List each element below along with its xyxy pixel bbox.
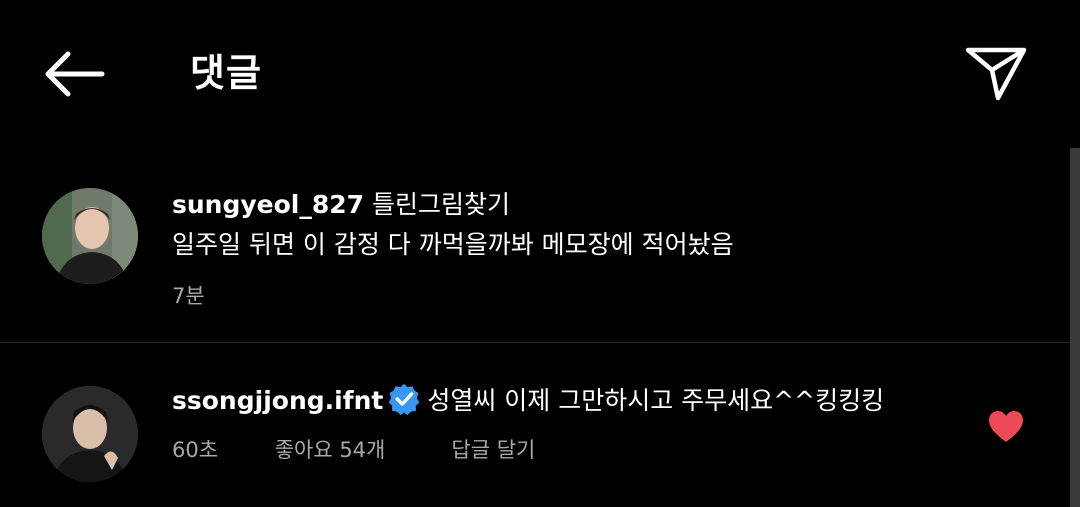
comment-username[interactable]: ssongjjong.ifnt bbox=[172, 386, 383, 415]
comment-meta: 60초 좋아요 54개 답글 달기 bbox=[172, 436, 535, 464]
comment-text-line2: 일주일 뒤면 이 감정 다 까먹을까봐 메모장에 적어놨음 bbox=[172, 230, 734, 259]
scrollbar[interactable] bbox=[1070, 148, 1080, 507]
verified-badge-icon bbox=[389, 383, 420, 416]
avatar[interactable] bbox=[42, 386, 138, 482]
comment-item: sungyeol_827 틀린그림찾기 일주일 뒤면 이 감정 다 까먹을까봐 … bbox=[0, 0, 1070, 342]
avatar-photo bbox=[42, 386, 138, 482]
avatar[interactable] bbox=[42, 188, 138, 284]
comment-text: 성열씨 이제 그만하시고 주무세요^^킹킹킹 bbox=[427, 386, 885, 415]
like-button[interactable] bbox=[988, 410, 1024, 444]
comment-text: 틀린그림찾기 bbox=[372, 190, 511, 219]
comment-text-line1: sungyeol_827 틀린그림찾기 bbox=[172, 188, 510, 222]
likes-count-link[interactable]: 좋아요 54개 bbox=[275, 436, 445, 464]
comment-time: 60초 bbox=[172, 438, 219, 462]
comment-item bbox=[0, 343, 1070, 507]
comment-time: 7분 bbox=[172, 284, 205, 308]
comment-username[interactable]: sungyeol_827 bbox=[172, 190, 364, 219]
heart-icon bbox=[989, 411, 1023, 442]
reply-button[interactable]: 답글 달기 bbox=[451, 436, 535, 464]
comment-text-line1: ssongjjong.ifnt 성열씨 이제 그만하시고 주무세요^^킹킹킹 bbox=[172, 383, 885, 419]
comment-meta: 7분 bbox=[172, 282, 205, 310]
avatar-photo bbox=[42, 188, 138, 284]
